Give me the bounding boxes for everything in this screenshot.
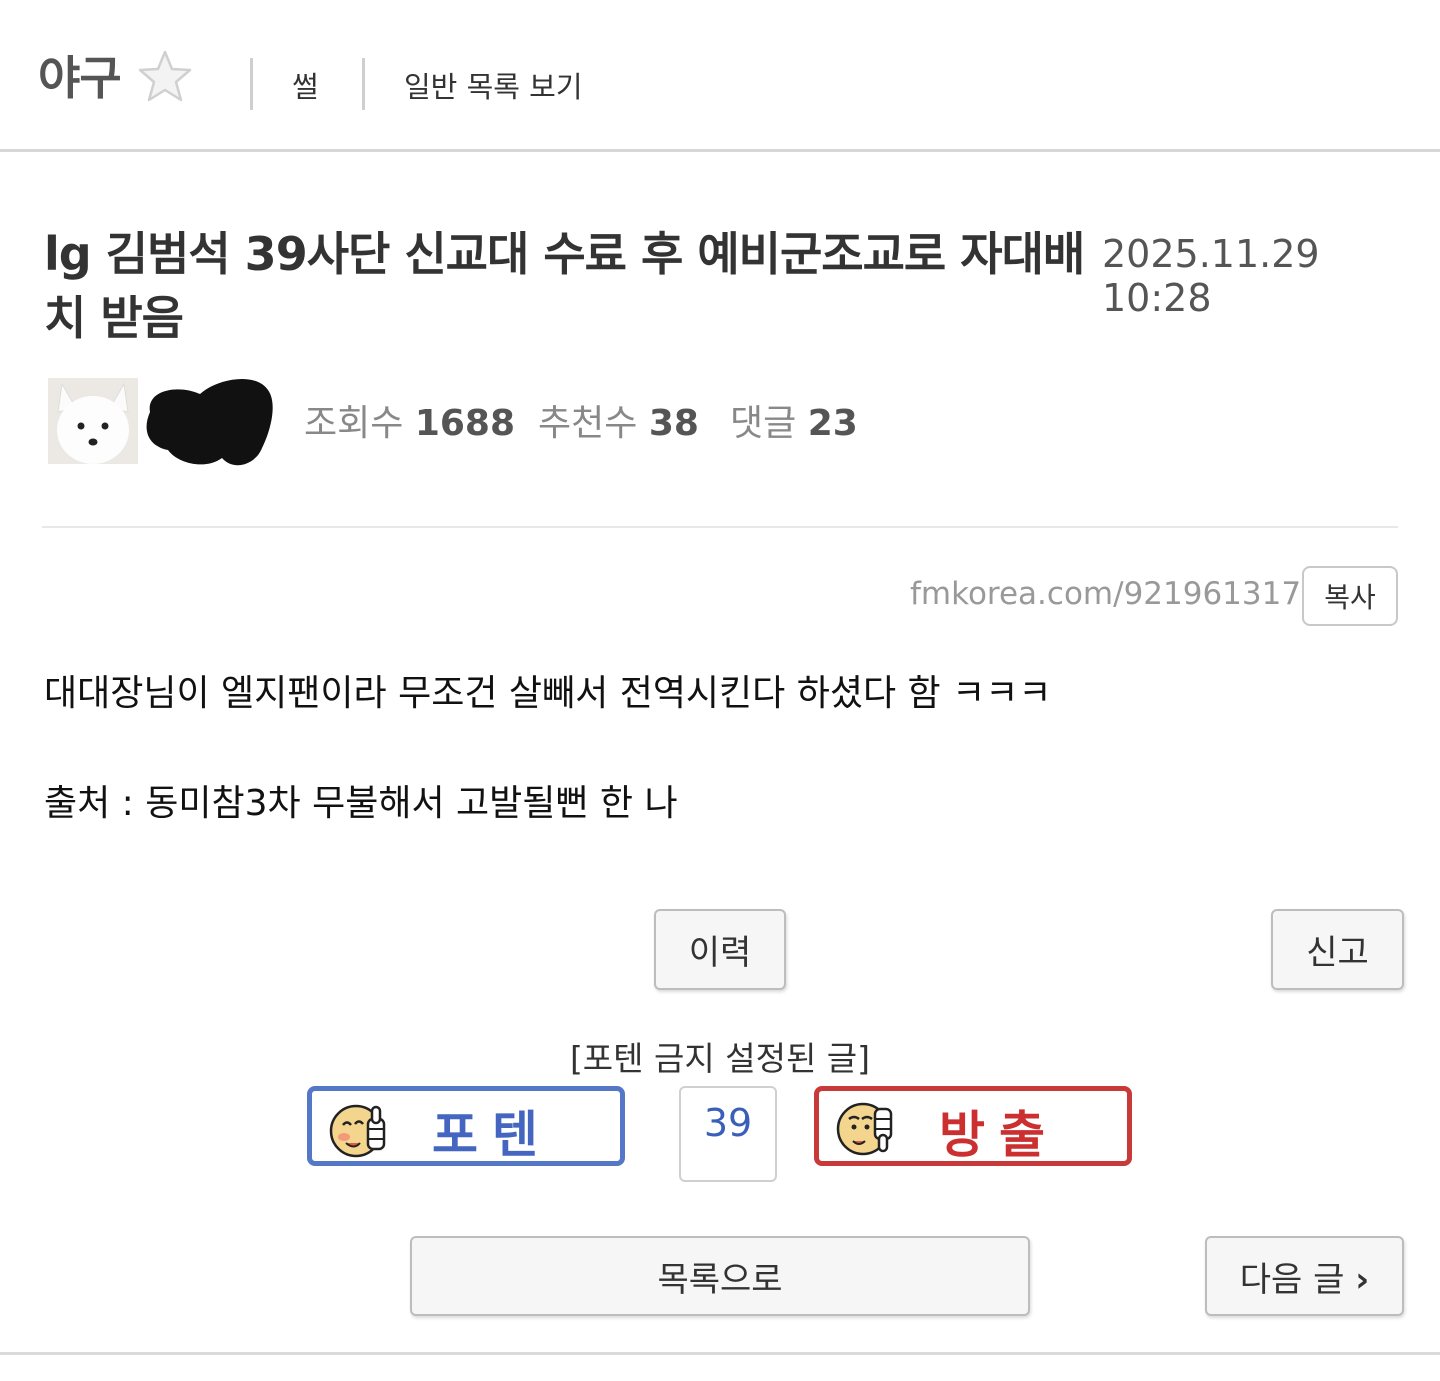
fox-avatar-image [48,378,138,464]
comment-count-value: 23 [807,403,858,444]
copy-url-button[interactable]: 복사 [1302,566,1398,626]
recommend-count: 추천수 38 [538,394,699,446]
post-body-line: 출처 : 동미참3차 무불해서 고발될뻔 한 나 [44,783,678,824]
general-list-link[interactable]: 일반 목록 보기 [404,64,583,106]
upvote-button[interactable]: 포텐 [307,1086,625,1166]
comment-count-label: 댓글 [730,403,797,444]
author-nickname-redacted[interactable] [138,372,278,472]
view-count-value: 1688 [414,403,516,444]
downvote-button[interactable]: 방출 [814,1086,1132,1166]
footer-divider [0,1352,1440,1355]
foten-disabled-note: [포텐 금지 설정된 글] [569,1039,871,1078]
back-to-list-button[interactable]: 목록으로 [410,1236,1030,1316]
history-button[interactable]: 이력 [654,909,786,990]
upvote-label: 포텐 [432,1106,552,1164]
downvote-label: 방출 [939,1106,1059,1164]
next-post-label: 다음 글 [1239,1259,1345,1300]
avatar[interactable] [48,378,138,464]
comment-count[interactable]: 댓글 23 [730,394,858,446]
star-icon[interactable] [136,48,194,106]
recommend-count-value: 38 [648,403,699,444]
view-count-label: 조회수 [304,403,404,444]
report-button[interactable]: 신고 [1271,909,1404,990]
chevron-right-icon: › [1355,1259,1370,1300]
header-separator [362,58,365,110]
post-body-line: 대대장님이 엘지팬이라 무조건 살빼서 전역시킨다 하셨다 함 ㅋㅋㅋ [44,673,1052,714]
board-title[interactable]: 야구 [38,42,122,108]
post-date: 2025.11.29 10:28 [1102,232,1320,320]
thumbs-up-face-icon [329,1104,386,1158]
header-separator [250,58,253,110]
category-link[interactable]: 썰 [292,64,319,106]
content-divider [42,526,1398,528]
post-title: lg 김범석 39사단 신교대 수료 후 예비군조교로 자대배치 받음 [44,227,1085,345]
board-header: 야구 썰 일반 목록 보기 [0,0,1440,152]
view-count: 조회수 1688 [304,394,515,446]
recommend-count-label: 추천수 [538,403,638,444]
next-post-button[interactable]: 다음 글 › [1205,1236,1404,1316]
thumbs-down-face-icon [836,1102,893,1156]
vote-count: 39 [679,1086,777,1182]
short-url[interactable]: fmkorea.com/9219613171 [910,576,1321,612]
